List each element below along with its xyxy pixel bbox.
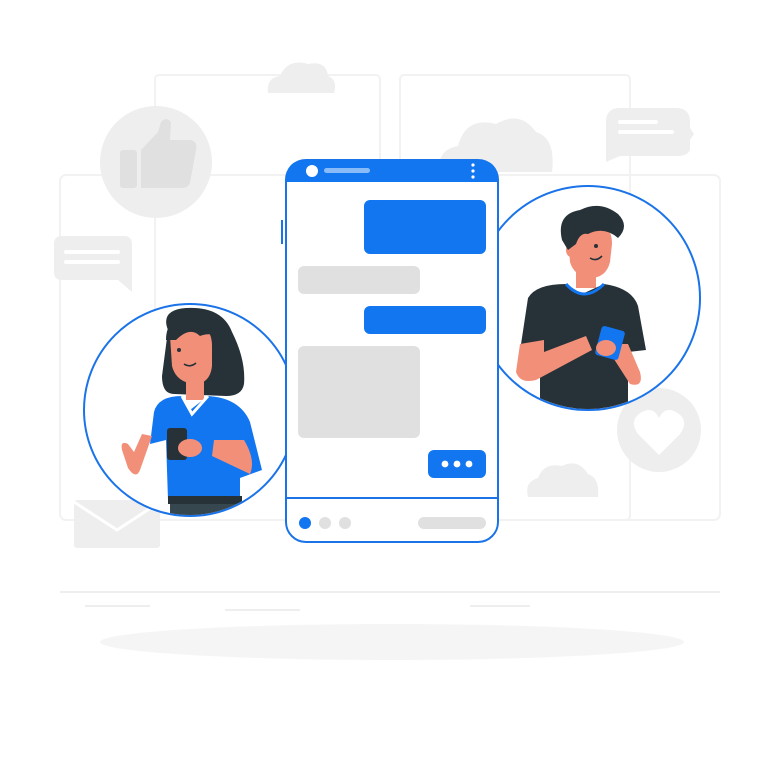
message-input-bar[interactable] [418,517,486,529]
chat-illustration [0,0,784,766]
woman-avatar [83,303,297,517]
message-bubble-sent [364,306,486,334]
speech-bubble-icon [606,108,694,162]
pager-dot-active[interactable] [299,517,311,529]
speech-bubble-icon [54,236,132,292]
thumbs-up-icon [100,106,212,218]
cloud-icon [267,62,336,93]
illustration-canvas [54,62,721,660]
message-bubble-received [298,346,420,438]
pager-dot[interactable] [339,517,351,529]
more-options-icon[interactable] [471,163,475,179]
ground-shadow [100,624,684,660]
message-bubble-sent [364,200,486,254]
phone-device [281,159,499,543]
cloud-icon [527,463,599,497]
pager-dot[interactable] [319,517,331,529]
message-bubble-received [298,266,420,294]
man-avatar [475,185,701,411]
typing-dots-icon [428,450,486,478]
